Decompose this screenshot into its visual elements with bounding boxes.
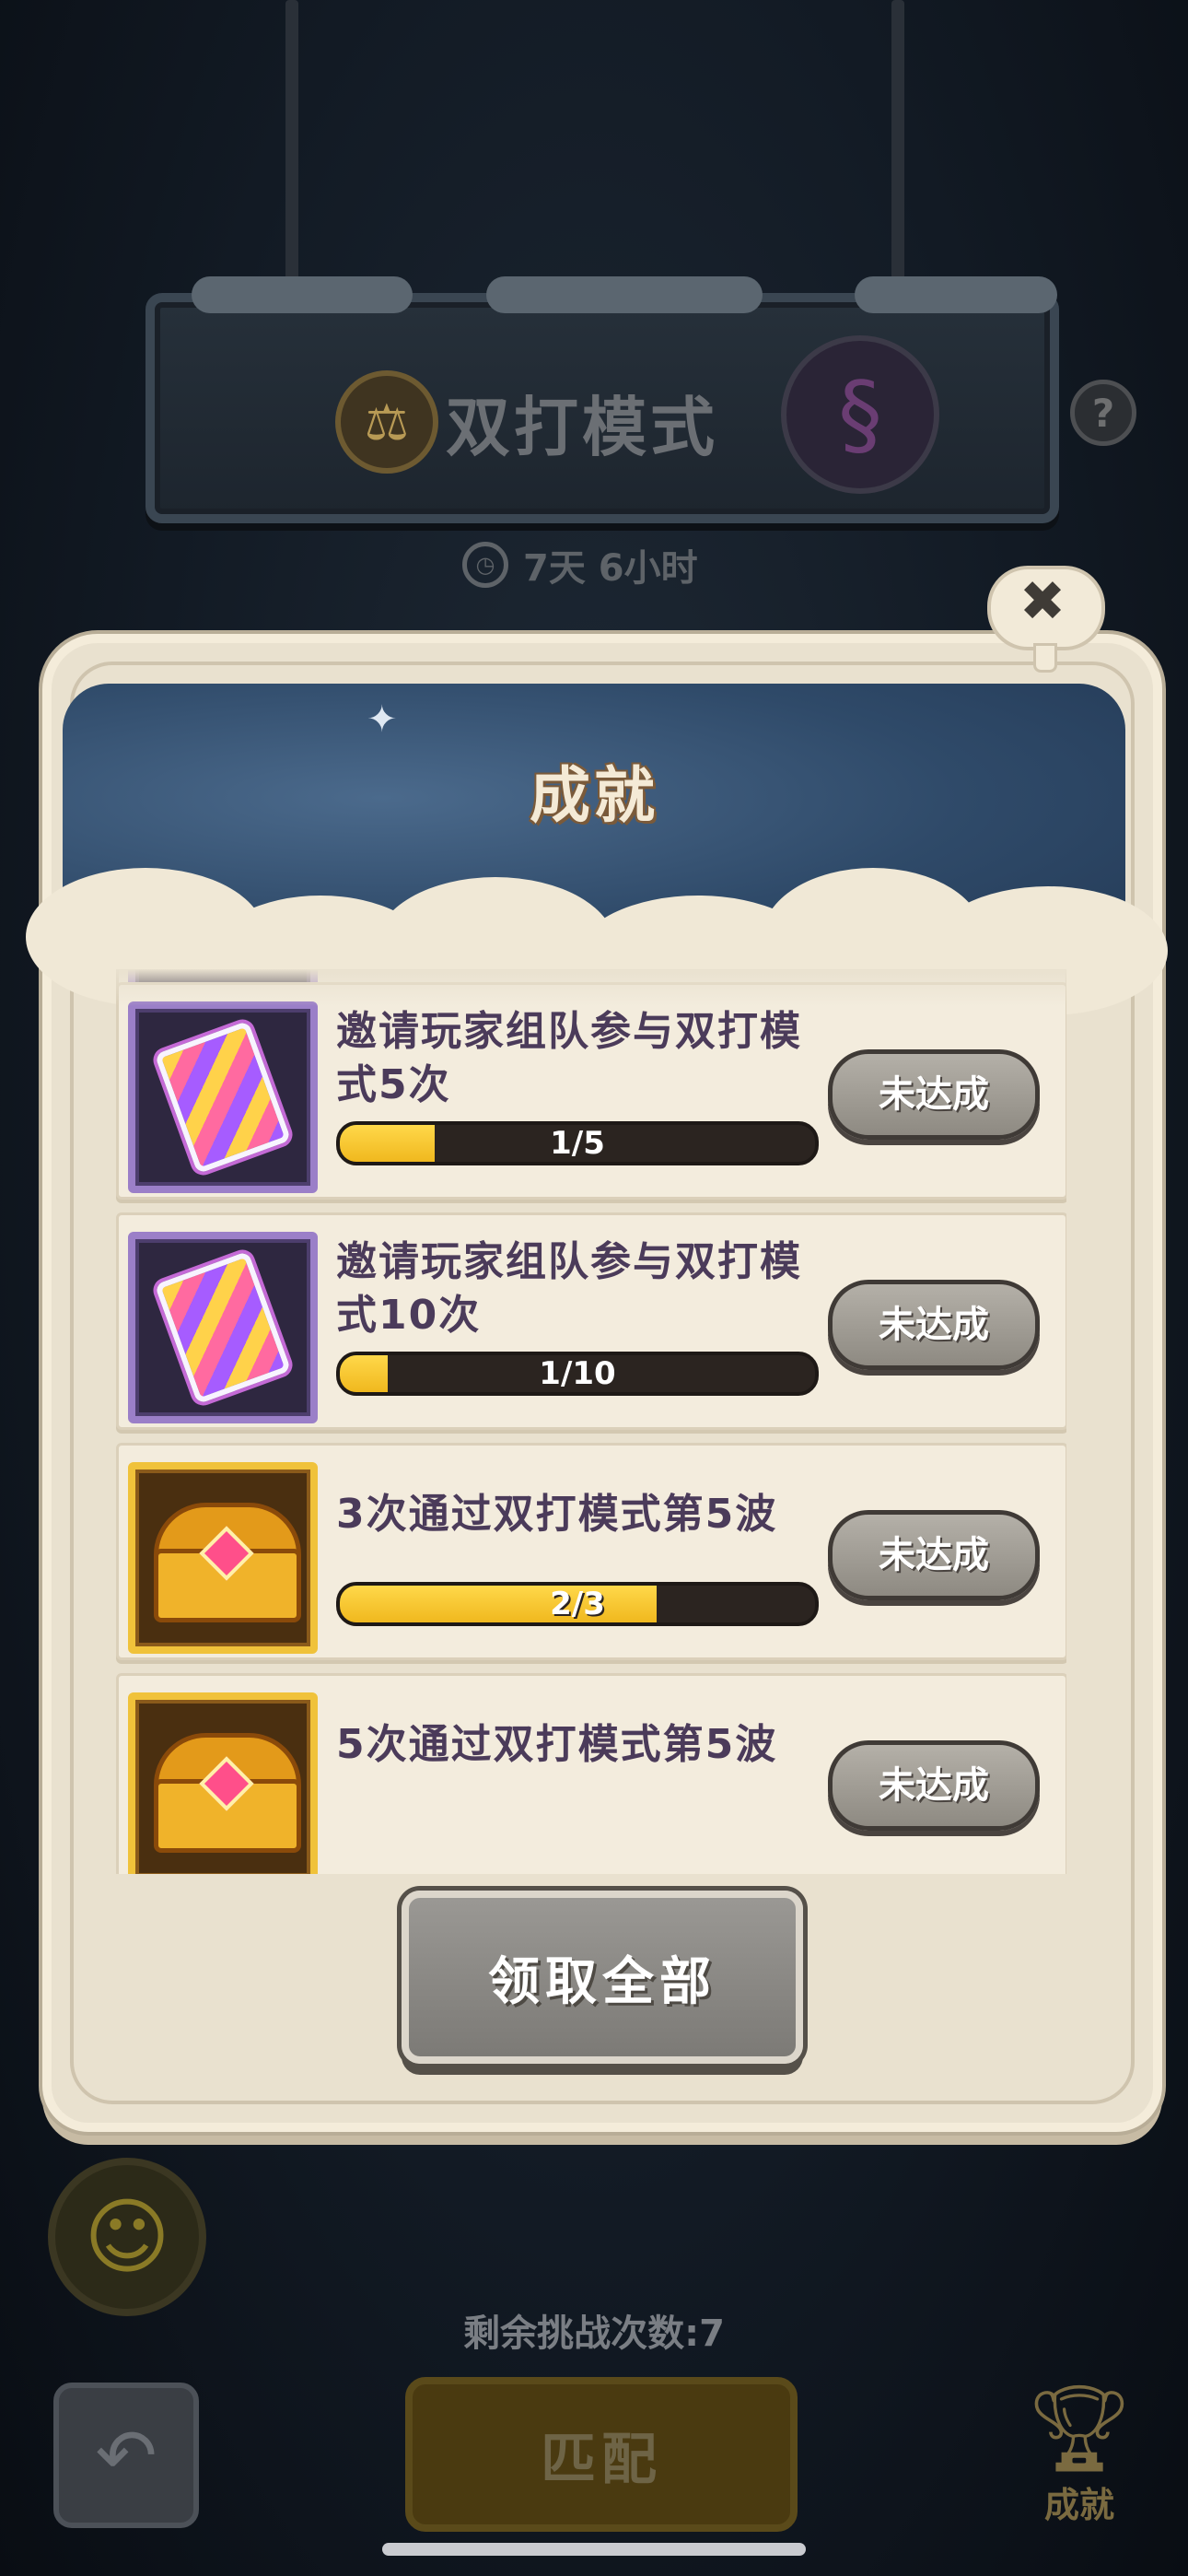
status-not-achieved-button[interactable]: 未达成 bbox=[828, 1510, 1040, 1600]
match-button[interactable]: 匹配 bbox=[405, 2377, 798, 2532]
progress-text: 1/5 bbox=[550, 1125, 605, 1162]
achievement-title: 5次通过双打模式第5波 bbox=[336, 1721, 778, 1768]
progress-bar: 2/3 bbox=[336, 1582, 819, 1626]
trophy-label: 成就 bbox=[1043, 2485, 1114, 2525]
mode-title: 双打模式 bbox=[446, 390, 718, 465]
remaining-attempts: 剩余挑战次数:7 bbox=[463, 2313, 725, 2355]
sign-rope-left bbox=[285, 0, 298, 295]
emoji-button[interactable]: ☺ bbox=[48, 2158, 206, 2316]
achievement-item: 邀请玩家组队参与双打模式10次 1/10 未达成 bbox=[116, 1212, 1066, 1430]
close-button[interactable]: ✖ bbox=[987, 566, 1105, 673]
countdown-timer: ◷ 7天 6小时 bbox=[462, 538, 698, 591]
progress-bar: 1/5 bbox=[336, 1121, 819, 1165]
trophy-icon: 🏆︎ bbox=[1025, 2379, 1134, 2477]
close-icon: ✖ bbox=[1019, 569, 1066, 634]
progress-text: 2/3 bbox=[550, 1586, 605, 1622]
clock-icon: ◷ bbox=[462, 542, 508, 588]
status-not-achieved-button[interactable]: 未达成 bbox=[828, 1049, 1040, 1140]
mode-sign-board: ⚖ 双打模式 § bbox=[146, 276, 1059, 523]
achievements-trophy-button[interactable]: 🏆︎ 成就 bbox=[1015, 2386, 1144, 2527]
ticket-icon bbox=[128, 1001, 318, 1193]
back-button[interactable]: ↶ bbox=[53, 2383, 199, 2528]
progress-text: 1/10 bbox=[539, 1355, 616, 1392]
achievement-item: 5次通过双打模式第5波 未达成 bbox=[116, 1673, 1066, 1874]
help-icon[interactable]: ? bbox=[1070, 380, 1136, 446]
chest-icon bbox=[128, 1692, 318, 1874]
claim-all-button[interactable]: 领取全部 bbox=[402, 1891, 803, 2064]
modal-title: 成就 bbox=[530, 760, 658, 831]
back-arrow-icon: ↶ bbox=[95, 2412, 157, 2499]
ticket-icon bbox=[128, 1232, 318, 1423]
achievement-title: 邀请玩家组队参与双打模式10次 bbox=[336, 1238, 802, 1339]
list-top-fade bbox=[116, 969, 1066, 1006]
timer-text: 7天 6小时 bbox=[523, 547, 698, 590]
chest-icon bbox=[128, 1462, 318, 1654]
achievement-list[interactable]: 邀请玩家组队参与双打模式5次 1/5 未达成 邀请玩家组队参与双打模式10次 1… bbox=[116, 969, 1066, 1874]
achievement-title: 邀请玩家组队参与双打模式5次 bbox=[336, 1008, 802, 1108]
achievement-item: 邀请玩家组队参与双打模式5次 1/5 未达成 bbox=[116, 982, 1066, 1200]
status-not-achieved-button[interactable]: 未达成 bbox=[828, 1280, 1040, 1370]
status-not-achieved-button[interactable]: 未达成 bbox=[828, 1740, 1040, 1831]
scale-icon: ⚖ bbox=[335, 370, 438, 474]
achievement-item: 3次通过双打模式第5波 2/3 未达成 bbox=[116, 1443, 1066, 1660]
achievement-title: 3次通过双打模式第5波 bbox=[336, 1491, 778, 1538]
dragon-emblem-icon: § bbox=[781, 335, 939, 494]
sparkle-icon: ✦ bbox=[367, 698, 398, 741]
progress-bar: 1/10 bbox=[336, 1352, 819, 1396]
home-indicator[interactable] bbox=[382, 2543, 806, 2556]
sign-rope-right bbox=[891, 0, 904, 295]
